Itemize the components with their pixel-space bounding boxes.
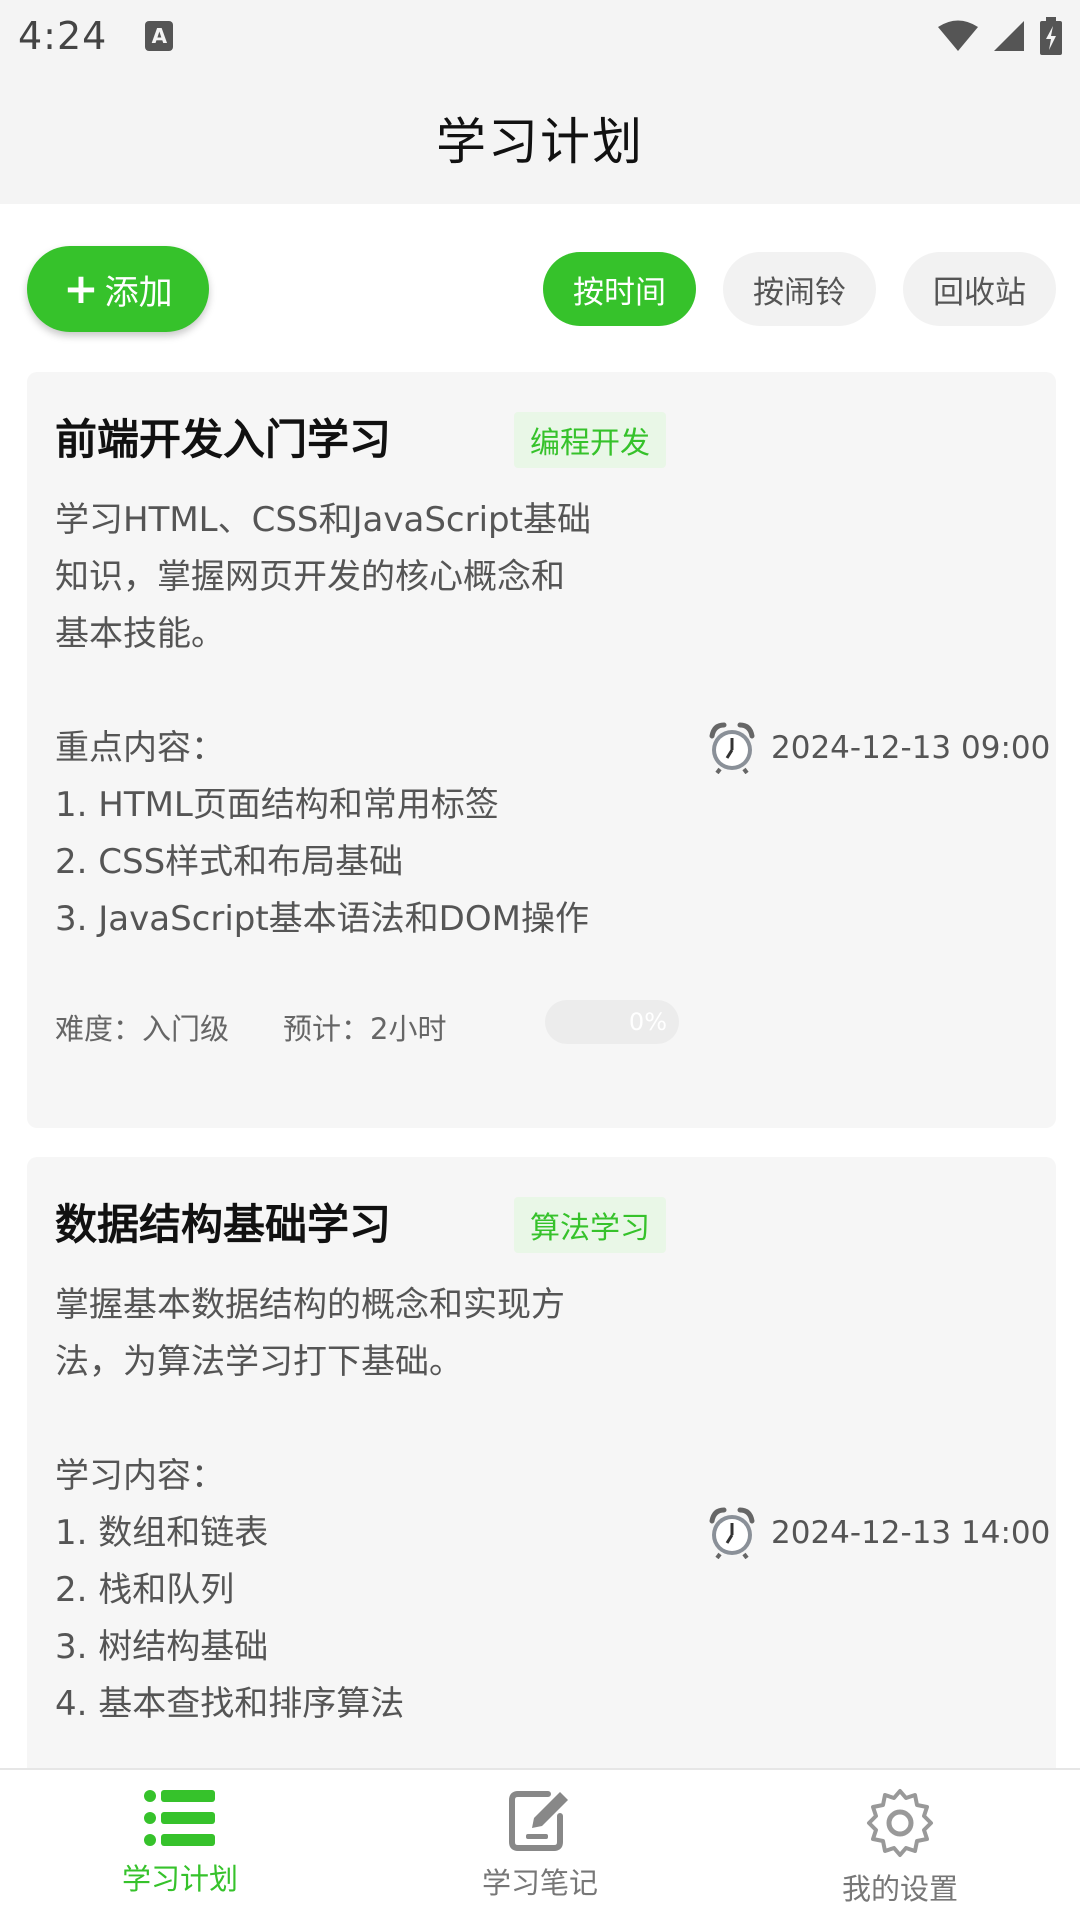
list-icon bbox=[144, 1790, 215, 1846]
toolbar: + 添加 按时间 按闹铃 回收站 bbox=[0, 204, 1080, 372]
nav-study-notes[interactable]: 学习笔记 bbox=[360, 1770, 720, 1920]
alarm-clock-icon bbox=[709, 722, 755, 774]
filter-recycle-bin[interactable]: 回收站 bbox=[903, 252, 1056, 326]
plan-description: 掌握基本数据结构的概念和实现方 法，为算法学习打下基础。 学习内容： 1. 数组… bbox=[55, 1285, 565, 1724]
category-tag: 算法学习 bbox=[514, 1197, 666, 1253]
filter-by-alarm[interactable]: 按闹铃 bbox=[723, 252, 876, 326]
nav-label: 学习计划 bbox=[121, 1862, 238, 1896]
plan-time-text: 2024-12-13 09:00 bbox=[771, 730, 1051, 766]
alarm-clock-icon bbox=[709, 1507, 755, 1559]
plan-time-text: 2024-12-13 14:00 bbox=[771, 1515, 1051, 1551]
note-edit-icon bbox=[509, 1791, 568, 1851]
nav-label: 学习笔记 bbox=[481, 1866, 598, 1900]
status-icons bbox=[938, 17, 1062, 55]
status-time: 4:24 bbox=[18, 14, 108, 58]
bottom-nav: 学习计划 学习笔记 我的设置 bbox=[0, 1768, 1080, 1920]
page-title: 学习计划 bbox=[436, 113, 644, 171]
nav-study-plan[interactable]: 学习计划 bbox=[0, 1770, 360, 1920]
plan-time: 2024-12-13 09:00 bbox=[707, 722, 1050, 774]
battery-icon bbox=[1040, 17, 1062, 55]
nav-label: 我的设置 bbox=[841, 1872, 958, 1906]
progress-bar: 0% bbox=[545, 1000, 679, 1044]
estimate-label: 预计：2小时 bbox=[283, 1012, 447, 1046]
cell-signal-icon bbox=[994, 21, 1024, 51]
plan-time: 2024-12-13 14:00 bbox=[707, 1507, 1050, 1559]
plan-title: 数据结构基础学习 bbox=[55, 1200, 392, 1249]
add-button[interactable]: + 添加 bbox=[27, 246, 209, 332]
wifi-icon bbox=[938, 20, 978, 51]
status-bar: 4:24 A bbox=[0, 0, 1080, 72]
category-tag: 编程开发 bbox=[514, 412, 666, 468]
filter-by-time[interactable]: 按时间 bbox=[543, 252, 696, 326]
plan-card[interactable]: 数据结构基础学习 算法学习 掌握基本数据结构的概念和实现方 法，为算法学习打下基… bbox=[27, 1157, 1056, 1797]
plus-icon: + bbox=[63, 264, 99, 313]
notification-icon: A bbox=[145, 21, 174, 51]
difficulty-label: 难度：入门级 bbox=[55, 1012, 230, 1046]
nav-my-settings[interactable]: 我的设置 bbox=[720, 1770, 1080, 1920]
plan-description: 学习HTML、CSS和JavaScript基础 知识，掌握网页开发的核心概念和 … bbox=[55, 500, 591, 939]
gear-icon bbox=[867, 1789, 933, 1857]
app-header: 学习计划 bbox=[0, 72, 1080, 204]
plan-title: 前端开发入门学习 bbox=[55, 415, 392, 464]
add-button-label: 添加 bbox=[104, 272, 173, 313]
plan-meta: 难度：入门级 预计：2小时 bbox=[55, 1006, 446, 1048]
plan-card[interactable]: 前端开发入门学习 编程开发 学习HTML、CSS和JavaScript基础 知识… bbox=[27, 372, 1056, 1128]
progress-text: 0% bbox=[628, 1008, 667, 1036]
